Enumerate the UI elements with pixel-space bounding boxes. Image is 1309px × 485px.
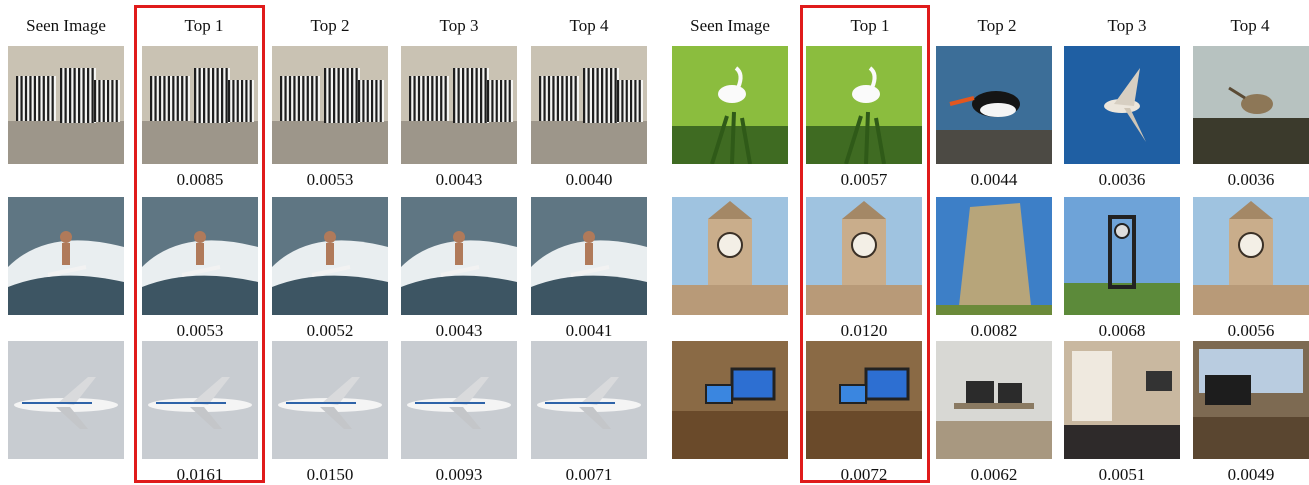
desk-window-image xyxy=(1193,341,1309,459)
similarity-score: 0.0052 xyxy=(306,321,354,340)
wading-bird-image xyxy=(1193,46,1309,164)
similarity-score: 0.0043 xyxy=(435,321,483,340)
zebra-herd-image xyxy=(272,46,388,164)
flying-bird-image xyxy=(1064,46,1180,164)
stone-tower-image xyxy=(936,197,1052,315)
surfer-image xyxy=(531,197,647,315)
surfer-image xyxy=(272,197,388,315)
similarity-score: 0.0036 xyxy=(1098,170,1146,189)
similarity-score: 0.0062 xyxy=(970,465,1018,484)
top-2-header: Top 2 xyxy=(977,16,1017,35)
egret-bird-image xyxy=(672,46,788,164)
similarity-score: 0.0056 xyxy=(1227,321,1275,340)
surfer-image xyxy=(401,197,517,315)
similarity-score: 0.0040 xyxy=(565,170,613,189)
airplane-image xyxy=(401,341,517,459)
airplane-image xyxy=(8,341,124,459)
similarity-score: 0.0051 xyxy=(1098,465,1146,484)
airplane-image xyxy=(272,341,388,459)
similarity-score: 0.0036 xyxy=(1227,170,1275,189)
zebra-herd-image xyxy=(531,46,647,164)
clock-tower-image xyxy=(1193,197,1309,315)
desk-computer-image xyxy=(672,341,788,459)
top-4-header: Top 4 xyxy=(569,16,609,35)
similarity-score: 0.0093 xyxy=(435,465,483,484)
top-1-highlight-box xyxy=(800,5,930,483)
clock-tower-frame-image xyxy=(1064,197,1180,315)
top-1-highlight-box xyxy=(134,5,265,483)
clock-tower-image xyxy=(672,197,788,315)
similarity-score: 0.0053 xyxy=(306,170,354,189)
bedroom-desk-image xyxy=(1064,341,1180,459)
similarity-score: 0.0043 xyxy=(435,170,483,189)
seen-image-header: Seen Image xyxy=(26,16,106,35)
zebra-herd-image xyxy=(8,46,124,164)
similarity-score: 0.0082 xyxy=(970,321,1018,340)
top-3-header: Top 3 xyxy=(1107,16,1147,35)
similarity-score: 0.0049 xyxy=(1227,465,1275,484)
top-2-header: Top 2 xyxy=(310,16,350,35)
similarity-score: 0.0150 xyxy=(306,465,354,484)
top-3-header: Top 3 xyxy=(439,16,479,35)
office-desk-image xyxy=(936,341,1052,459)
similarity-score: 0.0041 xyxy=(565,321,613,340)
zebra-herd-image xyxy=(401,46,517,164)
airplane-image xyxy=(531,341,647,459)
similarity-score: 0.0044 xyxy=(970,170,1018,189)
surfer-image xyxy=(8,197,124,315)
similarity-score: 0.0068 xyxy=(1098,321,1146,340)
similarity-score: 0.0071 xyxy=(565,465,613,484)
top-4-header: Top 4 xyxy=(1230,16,1270,35)
seen-image-header: Seen Image xyxy=(690,16,770,35)
oystercatcher-bird-image xyxy=(936,46,1052,164)
